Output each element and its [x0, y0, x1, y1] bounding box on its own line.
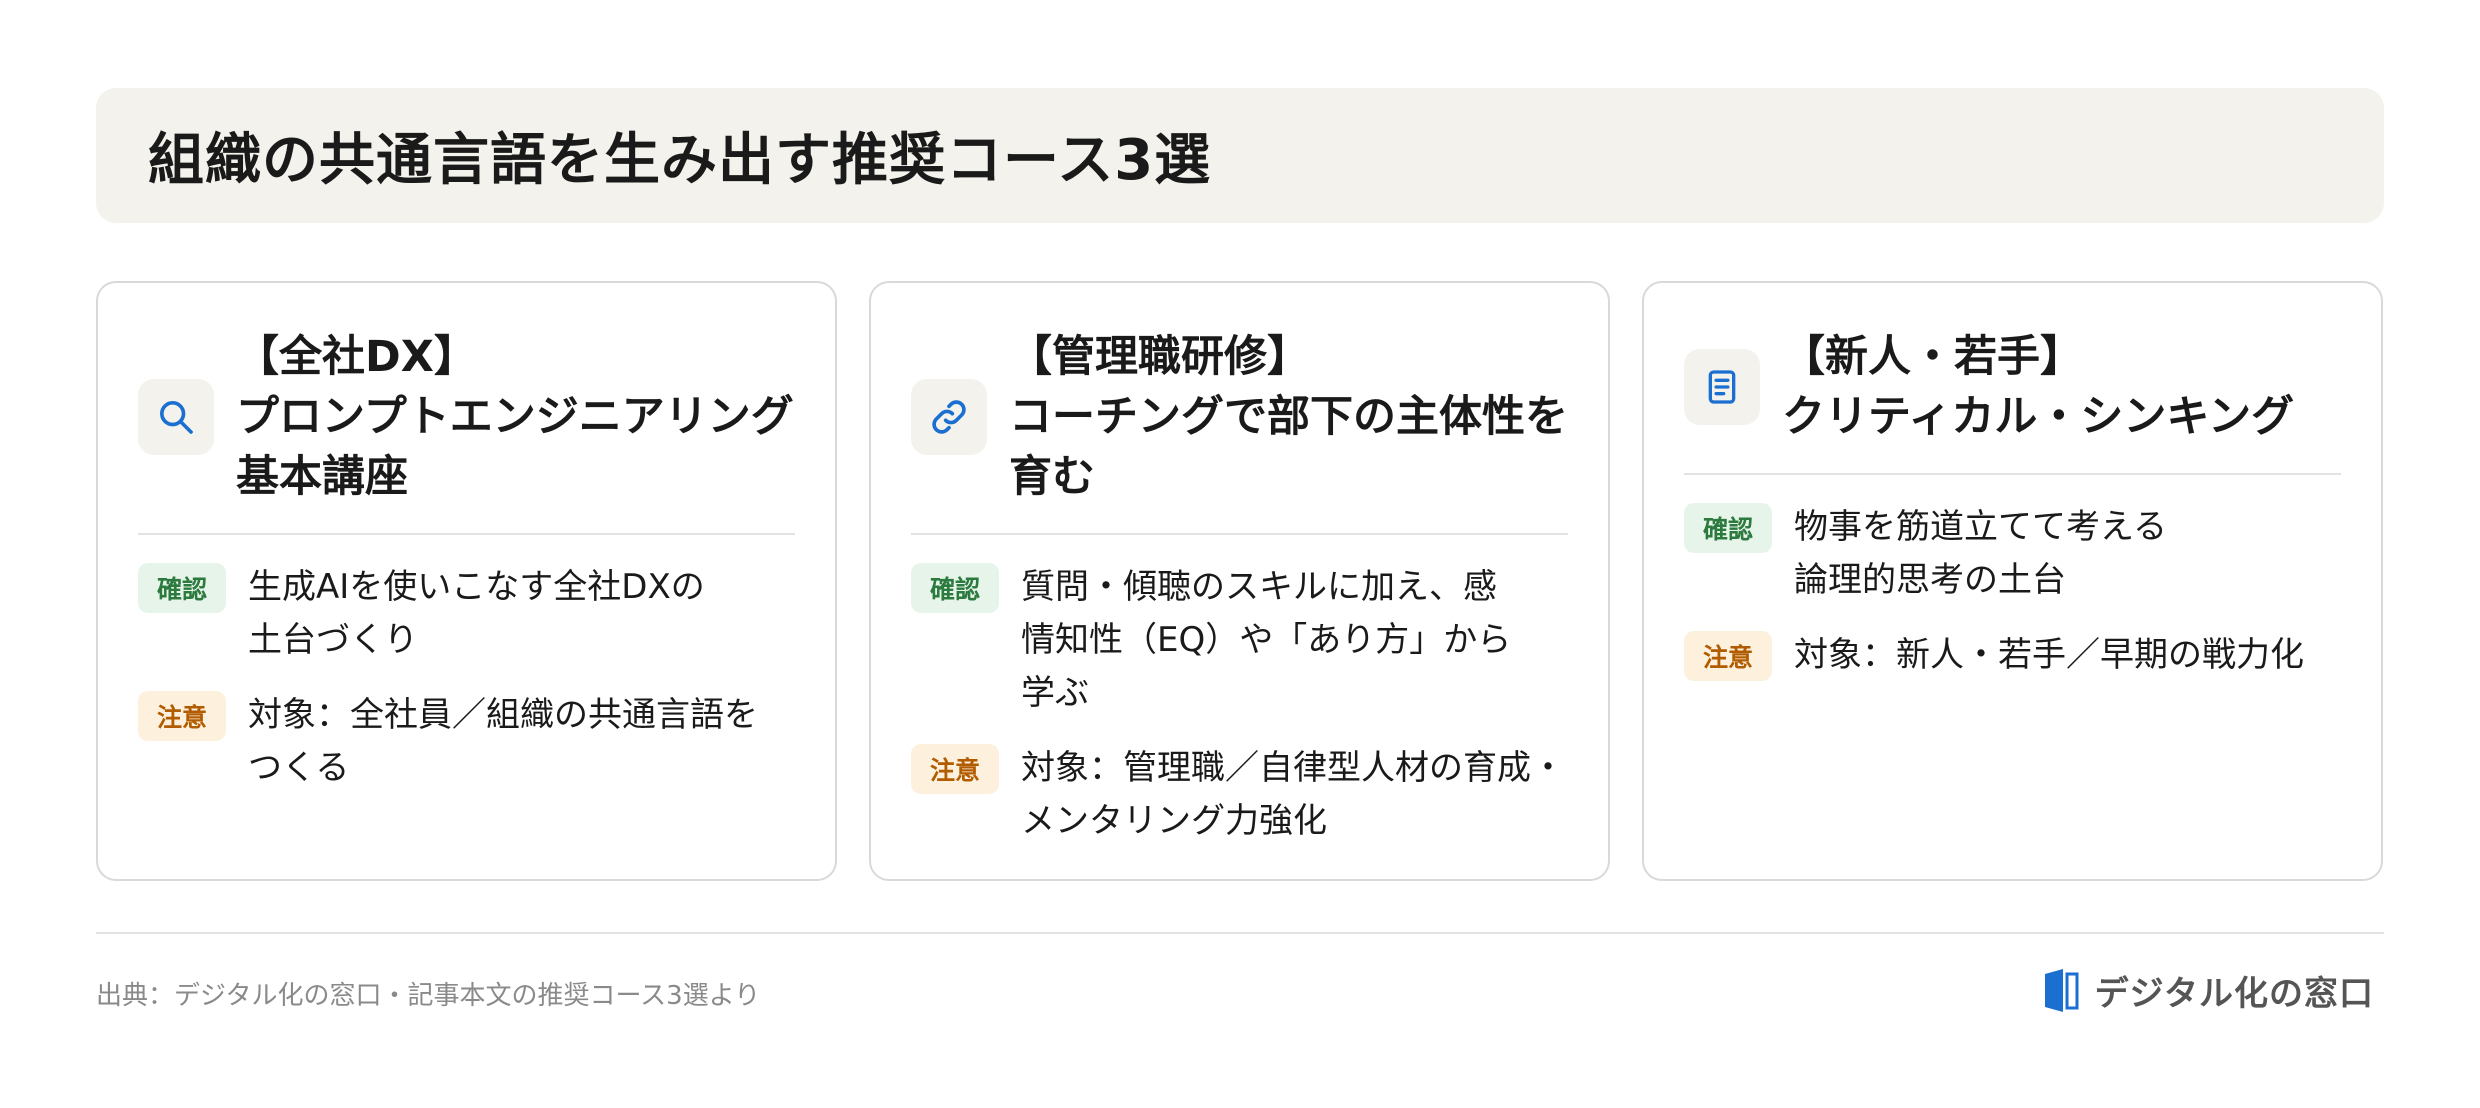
caution-text: 対象：全社員／組織の共通言語を つくる [248, 689, 758, 795]
card-title-line: 【新人・若手】 [1782, 332, 2083, 382]
brand-logo: デジタル化の窓口 [2041, 966, 2374, 1015]
confirm-text: 質問・傾聴のスキルに加え、感 情知性（EQ）や「あり方」から 学ぶ [1021, 561, 1511, 720]
confirm-badge: 確認 [138, 563, 226, 613]
confirm-text-line: 土台づくり [248, 620, 418, 660]
confirm-row: 確認 生成AIを使いこなす全社DXの 土台づくり [138, 561, 795, 667]
caution-text-line: つくる [248, 748, 350, 788]
card-title-line: プロンプトエンジニアリング [236, 392, 794, 442]
card-title-line: 【全社DX】 [236, 332, 477, 382]
page-header: 組織の共通言語を生み出す推奨コース3選 [96, 88, 2384, 223]
confirm-text-line: 質問・傾聴のスキルに加え、感 [1021, 567, 1497, 607]
caution-row: 注意 対象：管理職／自律型人材の育成・ メンタリング力強化 [911, 742, 1568, 848]
confirm-row: 確認 質問・傾聴のスキルに加え、感 情知性（EQ）や「あり方」から 学ぶ [911, 561, 1568, 720]
confirm-text: 生成AIを使いこなす全社DXの 土台づくり [248, 561, 705, 667]
card-header: 【新人・若手】 クリティカル・シンキング [1684, 327, 2341, 475]
card-title: 【全社DX】 プロンプトエンジニアリング 基本講座 [236, 327, 794, 507]
window-logo-icon [2044, 968, 2079, 1012]
course-card-dx: 【全社DX】 プロンプトエンジニアリング 基本講座 確認 生成AIを使いこなす全… [96, 281, 837, 881]
confirm-text-line: 情知性（EQ）や「あり方」から [1021, 620, 1512, 660]
card-header: 【管理職研修】 コーチングで部下の主体性を 育む [911, 327, 1568, 535]
course-cards: 【全社DX】 プロンプトエンジニアリング 基本講座 確認 生成AIを使いこなす全… [96, 281, 2384, 881]
confirm-badge: 確認 [911, 563, 999, 613]
confirm-text-line: 学ぶ [1021, 673, 1089, 713]
caution-row: 注意 対象：新人・若手／早期の戦力化 [1684, 629, 2341, 682]
card-title-line: コーチングで部下の主体性を [1009, 392, 1568, 442]
card-title-line: クリティカル・シンキング [1782, 392, 2295, 442]
card-header: 【全社DX】 プロンプトエンジニアリング 基本講座 [138, 327, 795, 535]
course-card-manager: 【管理職研修】 コーチングで部下の主体性を 育む 確認 質問・傾聴のスキルに加え… [869, 281, 1610, 881]
card-title-line: 育む [1009, 452, 1095, 502]
caution-text: 対象：管理職／自律型人材の育成・ メンタリング力強化 [1021, 742, 1565, 848]
confirm-text-line: 物事を筋道立てて考える [1794, 507, 2167, 547]
card-title: 【新人・若手】 クリティカル・シンキング [1782, 327, 2294, 447]
confirm-text-line: 生成AIを使いこなす全社DXの [248, 567, 705, 607]
caution-badge: 注意 [1684, 631, 1772, 681]
confirm-row: 確認 物事を筋道立てて考える 論理的思考の土台 [1684, 501, 2341, 607]
caution-text-line: 対象：新人・若手／早期の戦力化 [1794, 635, 2304, 675]
confirm-text-line: 論理的思考の土台 [1794, 560, 2066, 600]
page-title: 組織の共通言語を生み出す推奨コース3選 [148, 128, 1212, 193]
caution-text: 対象：新人・若手／早期の戦力化 [1794, 629, 2304, 682]
footer-divider [96, 932, 2384, 934]
caution-row: 注意 対象：全社員／組織の共通言語を つくる [138, 689, 795, 795]
caution-badge: 注意 [911, 744, 999, 794]
caution-text-line: メンタリング力強化 [1021, 801, 1327, 841]
brand-name: デジタル化の窓口 [2094, 974, 2374, 1014]
caution-badge: 注意 [138, 691, 226, 741]
caution-text-line: 対象：全社員／組織の共通言語を [248, 695, 758, 735]
search-icon [138, 379, 214, 455]
card-title: 【管理職研修】 コーチングで部下の主体性を 育む [1009, 327, 1568, 507]
confirm-badge: 確認 [1684, 503, 1772, 553]
caution-text-line: 対象：管理職／自律型人材の育成・ [1021, 748, 1565, 788]
card-title-line: 基本講座 [236, 452, 408, 502]
confirm-text: 物事を筋道立てて考える 論理的思考の土台 [1794, 501, 2167, 607]
card-title-line: 【管理職研修】 [1009, 332, 1310, 382]
course-card-newcomer: 【新人・若手】 クリティカル・シンキング 確認 物事を筋道立てて考える 論理的思… [1642, 281, 2383, 881]
source-note: 出典：デジタル化の窓口・記事本文の推奨コース3選より [96, 981, 761, 1011]
link-icon [911, 379, 987, 455]
document-icon [1684, 349, 1760, 425]
